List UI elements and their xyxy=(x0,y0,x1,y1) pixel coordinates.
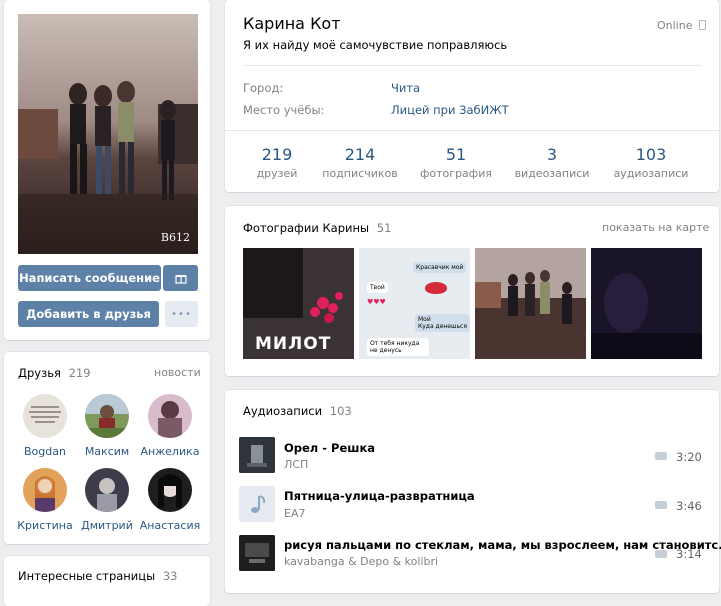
gift-icon xyxy=(174,275,187,284)
hq-badge-icon xyxy=(655,550,667,558)
chat-line: Мой xyxy=(418,316,431,323)
photo-thumbnail[interactable] xyxy=(475,248,586,359)
track-title[interactable]: Пятница-улица-развратница xyxy=(284,489,475,503)
track-artist[interactable]: EA7 xyxy=(284,507,305,520)
track-cover[interactable] xyxy=(239,486,275,522)
track-duration: 3:14 xyxy=(676,547,702,561)
stat-label: видеозаписи xyxy=(514,167,590,180)
friends-header[interactable]: Друзья 219 xyxy=(18,366,91,380)
photos-title: Фотографии Карины xyxy=(243,221,370,235)
chat-line: Куда денешься xyxy=(418,323,467,330)
hq-badge-icon xyxy=(655,501,667,509)
profile-avatar[interactable]: B612 xyxy=(18,14,198,254)
music-note-icon xyxy=(251,495,266,513)
stat-label: подписчиков xyxy=(322,167,398,180)
write-message-button[interactable]: Написать сообщение xyxy=(18,265,161,291)
stat-label: аудиозаписи xyxy=(613,167,689,180)
friends-news-link[interactable]: новости xyxy=(154,366,201,379)
stat-number: 219 xyxy=(261,145,293,164)
info-value-city[interactable]: Чита xyxy=(391,81,420,95)
stat-number: 3 xyxy=(546,145,558,164)
add-friend-button[interactable]: Добавить в друзья xyxy=(18,301,159,327)
friend-avatar-anastasiya[interactable] xyxy=(148,468,192,512)
hq-badge-icon xyxy=(655,452,667,460)
friend-name[interactable]: Кристина xyxy=(10,519,80,532)
track-title[interactable]: Орел - Решка xyxy=(284,441,375,455)
track-duration: 3:20 xyxy=(676,450,702,464)
photos-count: 51 xyxy=(376,221,392,235)
stat-number: 214 xyxy=(344,145,376,164)
divider xyxy=(225,130,719,131)
profile-status[interactable]: Я их найду моё самочувствие поправляюсь xyxy=(243,38,507,52)
photos-header[interactable]: Фотографии Карины 51 xyxy=(243,221,391,235)
track-cover[interactable] xyxy=(239,437,275,473)
chat-bubble: От тебя никуда не денусь xyxy=(367,338,429,356)
chat-bubble: Мой Куда денешься xyxy=(415,314,470,332)
interesting-pages-title: Интересные страницы xyxy=(18,569,156,583)
info-value-school[interactable]: Лицей при ЗабИЖТ xyxy=(391,103,509,117)
friend-name[interactable]: Дмитрий xyxy=(72,519,142,532)
track-duration: 3:46 xyxy=(676,499,702,513)
friend-name[interactable]: Анастасия xyxy=(135,519,205,532)
audio-count: 103 xyxy=(329,404,352,418)
chat-bubble: Твой xyxy=(367,282,388,293)
stat-number: 51 xyxy=(445,145,467,164)
friends-title: Друзья xyxy=(18,366,61,380)
show-on-map-link[interactable]: показать на карте xyxy=(602,221,709,234)
gift-button[interactable] xyxy=(163,265,198,291)
track-artist[interactable]: kavabanga & Depo & kolibri xyxy=(284,555,438,568)
interesting-pages-header[interactable]: Интересные страницы 33 xyxy=(18,569,178,583)
friend-avatar-dmitriy[interactable] xyxy=(85,468,129,512)
friend-avatar-maksim[interactable] xyxy=(85,394,129,438)
photo-thumbnail[interactable]: МИЛОТ xyxy=(243,248,354,359)
hearts-icon: ♥♥♥ xyxy=(367,298,386,306)
online-label: Online xyxy=(657,19,693,32)
divider xyxy=(243,65,702,66)
track-cover[interactable] xyxy=(239,535,275,571)
friend-avatar-kristina[interactable] xyxy=(23,468,67,512)
audio-title: Аудиозаписи xyxy=(243,404,323,418)
photo-thumbnail[interactable]: Красавчик мой Твой ♥♥♥ Мой Куда денешься… xyxy=(359,248,470,359)
lips-icon xyxy=(425,282,447,294)
friend-avatar-bogdan[interactable] xyxy=(23,394,67,438)
more-icon: ••• xyxy=(171,308,192,320)
avatar-caption: B612 xyxy=(160,231,190,244)
friend-name[interactable]: Анжелика xyxy=(135,445,205,458)
more-actions-button[interactable]: ••• xyxy=(165,301,198,327)
online-status: Online xyxy=(657,19,706,32)
stat-number: 103 xyxy=(635,145,667,164)
interesting-pages-count: 33 xyxy=(162,569,178,583)
stat-label: фотография xyxy=(420,167,492,180)
profile-name: Карина Кот xyxy=(243,14,341,33)
friend-name[interactable]: Bogdan xyxy=(10,445,80,458)
info-label-school: Место учёбы: xyxy=(243,103,325,117)
friend-name[interactable]: Максим xyxy=(72,445,142,458)
track-artist[interactable]: ЛСП xyxy=(284,458,308,471)
chat-bubble: Красавчик мой xyxy=(413,262,467,273)
audio-header[interactable]: Аудиозаписи 103 xyxy=(243,404,352,418)
photo-thumbnail[interactable] xyxy=(591,248,702,359)
info-label-city: Город: xyxy=(243,81,284,95)
friend-avatar-anzhelika[interactable] xyxy=(148,394,192,438)
friends-count: 219 xyxy=(68,366,91,380)
mobile-icon xyxy=(698,20,706,30)
stat-label: друзей xyxy=(256,167,298,180)
photo-text: МИЛОТ xyxy=(255,334,332,354)
